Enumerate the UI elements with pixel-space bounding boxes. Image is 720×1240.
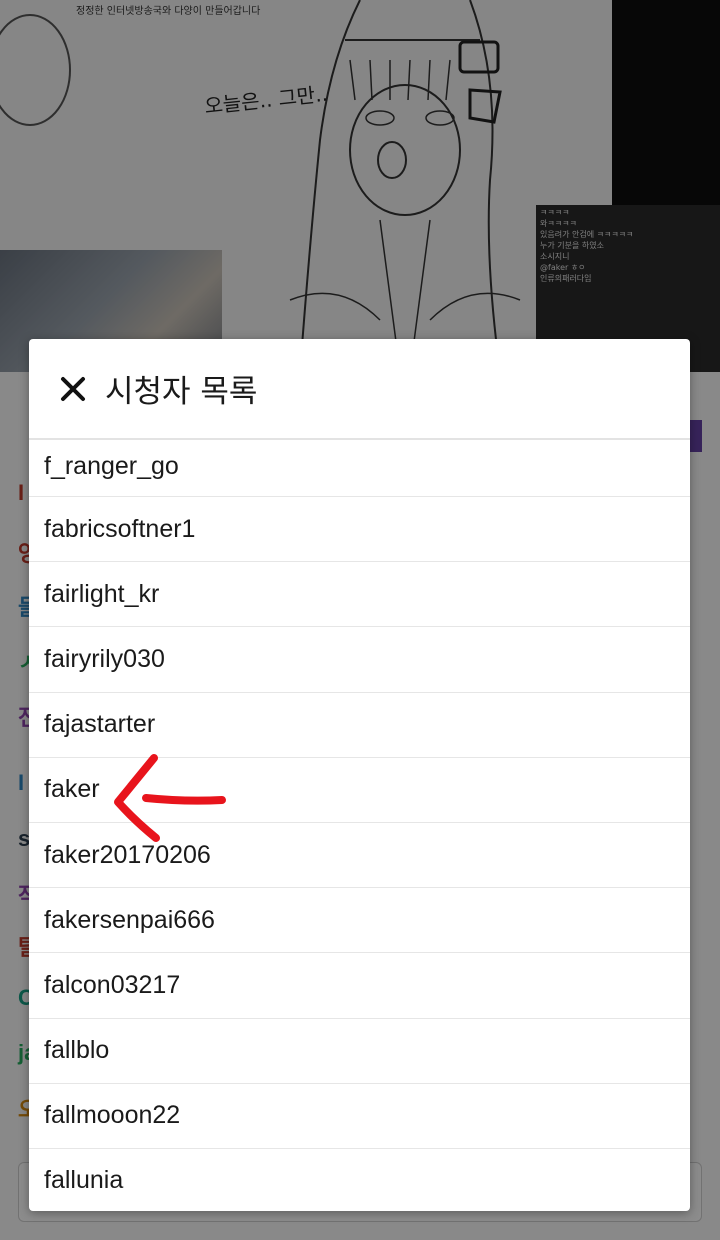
viewer-name: faker (44, 775, 100, 804)
viewer-item[interactable]: fakersenpai666 (29, 888, 690, 954)
viewer-name: fallmooon22 (44, 1101, 181, 1130)
viewer-item[interactable]: fallmooon22 (29, 1084, 690, 1149)
viewer-name: fairlight_kr (44, 579, 160, 608)
viewer-name: fakersenpai666 (44, 905, 215, 934)
viewer-name: fairyrily030 (44, 644, 165, 673)
viewer-item[interactable]: fairyrily030 (29, 627, 690, 693)
viewer-name: fallblo (44, 1036, 110, 1065)
viewer-name: fallunia (44, 1166, 124, 1195)
modal-header: 시청자 목록 (29, 339, 690, 440)
viewer-item[interactable]: fallunia (29, 1149, 690, 1211)
close-button[interactable] (55, 371, 91, 407)
viewer-name: fabricsoftner1 (44, 514, 196, 543)
red-arrow-icon (114, 754, 226, 842)
viewer-item[interactable]: f_ranger_go (29, 440, 690, 497)
viewer-name: fajastarter (44, 710, 156, 739)
viewer-item[interactable]: falcon03217 (29, 953, 690, 1019)
viewer-item[interactable]: fairlight_kr (29, 562, 690, 628)
viewer-item[interactable]: fabricsoftner1 (29, 497, 690, 563)
viewer-item[interactable]: fallblo (29, 1019, 690, 1084)
close-icon (61, 376, 85, 401)
viewer-name: falcon03217 (44, 970, 181, 999)
modal-title: 시청자 목록 (105, 374, 258, 410)
viewer-item[interactable]: fajastarter (29, 693, 690, 758)
viewer-name: f_ranger_go (44, 451, 179, 480)
